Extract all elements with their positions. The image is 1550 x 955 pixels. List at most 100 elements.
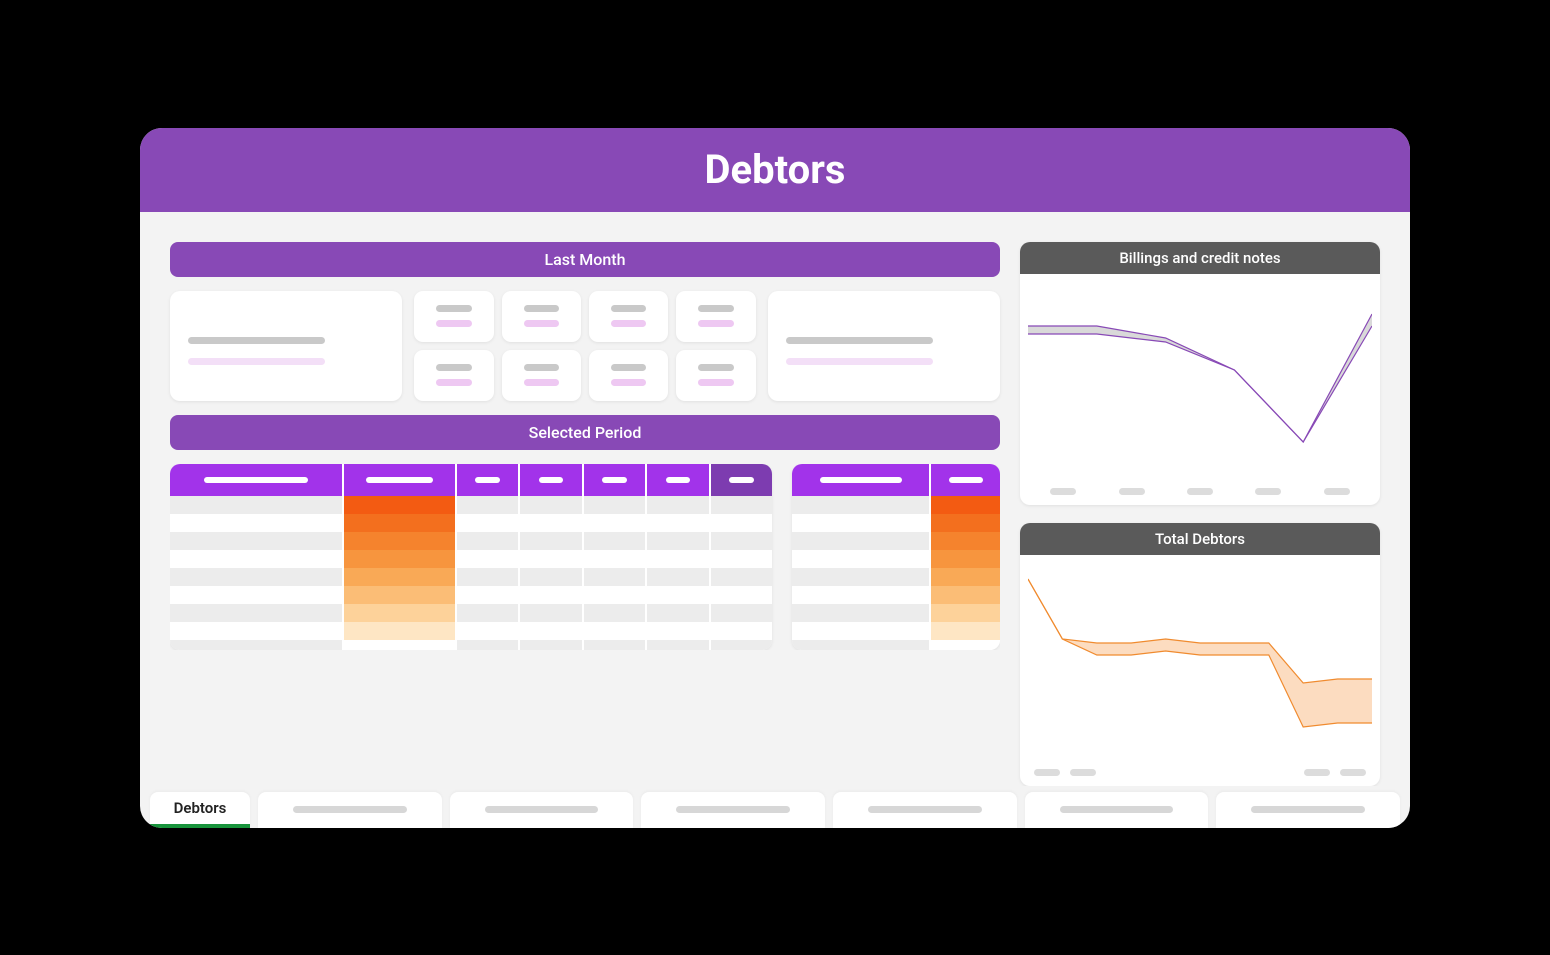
placeholder-text <box>1304 769 1330 776</box>
table-row[interactable] <box>170 640 772 650</box>
tab-item[interactable] <box>1216 792 1400 828</box>
placeholder-value <box>611 379 647 386</box>
metric-card[interactable] <box>414 291 493 342</box>
table-cell <box>711 640 772 650</box>
placeholder-value <box>698 379 734 386</box>
placeholder-text <box>729 477 754 483</box>
table-cell <box>170 550 344 568</box>
column-header[interactable] <box>344 464 457 496</box>
table-header <box>792 464 1000 496</box>
table-cell <box>584 532 647 550</box>
table-row[interactable] <box>170 532 772 550</box>
column-header[interactable] <box>457 464 520 496</box>
summary-card-right[interactable] <box>768 291 1000 401</box>
table-row[interactable] <box>792 532 1000 550</box>
table-cell <box>457 532 520 550</box>
table-cell <box>931 640 1000 650</box>
table-row[interactable] <box>792 568 1000 586</box>
column-header-selected[interactable] <box>711 464 772 496</box>
table-cell <box>931 586 1000 604</box>
tab-debtors[interactable]: Debtors <box>150 792 250 828</box>
metric-card[interactable] <box>414 350 493 401</box>
table-cell <box>792 622 931 640</box>
chart-title-text: Billings and credit notes <box>1119 249 1280 267</box>
table-cell <box>344 550 457 568</box>
table-cell <box>647 496 710 514</box>
placeholder-text <box>1324 488 1350 495</box>
table-cell <box>344 532 457 550</box>
tab-item[interactable] <box>833 792 1017 828</box>
table-row[interactable] <box>792 514 1000 532</box>
placeholder-value <box>524 379 560 386</box>
table-row[interactable] <box>792 640 1000 650</box>
placeholder-text <box>1050 488 1076 495</box>
table-cell <box>647 550 710 568</box>
column-header[interactable] <box>792 464 931 496</box>
table-body <box>170 496 772 650</box>
column-header[interactable] <box>584 464 647 496</box>
table-cell <box>457 550 520 568</box>
table-cell <box>711 514 772 532</box>
placeholder-text <box>436 305 472 312</box>
billings-x-labels <box>1020 482 1380 505</box>
table-row[interactable] <box>170 586 772 604</box>
metric-card[interactable] <box>502 291 581 342</box>
table-row[interactable] <box>170 604 772 622</box>
placeholder-text <box>1119 488 1145 495</box>
content-area: Last Month <box>140 212 1410 786</box>
billings-chart-card[interactable]: Billings and credit notes <box>1020 242 1380 505</box>
table-cell <box>520 586 583 604</box>
placeholder-text <box>475 477 500 483</box>
total-debtors-chart-card[interactable]: Total Debtors <box>1020 523 1380 786</box>
table-cell <box>792 550 931 568</box>
table-cell <box>711 622 772 640</box>
metric-grid <box>414 291 755 401</box>
table-row[interactable] <box>170 568 772 586</box>
column-header[interactable] <box>931 464 1000 496</box>
column-header[interactable] <box>520 464 583 496</box>
tab-item[interactable] <box>1025 792 1209 828</box>
tab-item[interactable] <box>258 792 442 828</box>
table-row[interactable] <box>792 622 1000 640</box>
table-row[interactable] <box>170 514 772 532</box>
metric-card[interactable] <box>589 291 668 342</box>
table-cell <box>344 568 457 586</box>
metric-card[interactable] <box>502 350 581 401</box>
summary-card-left[interactable] <box>170 291 402 401</box>
debtors-table-wide[interactable] <box>170 464 772 650</box>
column-header[interactable] <box>170 464 344 496</box>
table-cell <box>170 586 344 604</box>
metric-card[interactable] <box>676 291 755 342</box>
tab-item[interactable] <box>450 792 634 828</box>
column-header[interactable] <box>647 464 710 496</box>
metric-card[interactable] <box>589 350 668 401</box>
table-row[interactable] <box>792 586 1000 604</box>
table-cell <box>344 586 457 604</box>
table-cell <box>170 568 344 586</box>
placeholder-text <box>539 477 564 483</box>
table-row[interactable] <box>792 550 1000 568</box>
table-row[interactable] <box>170 496 772 514</box>
placeholder-text <box>1070 769 1096 776</box>
table-row[interactable] <box>170 622 772 640</box>
placeholder-text <box>698 305 734 312</box>
table-cell <box>792 604 931 622</box>
table-cell <box>792 640 931 650</box>
tab-item[interactable] <box>641 792 825 828</box>
tab-label: Debtors <box>174 799 227 817</box>
table-cell <box>584 514 647 532</box>
chart-title-text: Total Debtors <box>1155 530 1245 548</box>
placeholder-text <box>524 305 560 312</box>
table-row[interactable] <box>792 604 1000 622</box>
table-body <box>792 496 1000 650</box>
right-column: Billings and credit notes Total Debtors <box>1020 242 1380 786</box>
debtors-table-narrow[interactable] <box>792 464 1000 650</box>
metric-card[interactable] <box>676 350 755 401</box>
table-cell <box>584 496 647 514</box>
placeholder-value <box>611 320 647 327</box>
table-cell <box>792 586 931 604</box>
placeholder-text <box>485 806 599 813</box>
table-cell <box>792 568 931 586</box>
table-row[interactable] <box>792 496 1000 514</box>
table-row[interactable] <box>170 550 772 568</box>
